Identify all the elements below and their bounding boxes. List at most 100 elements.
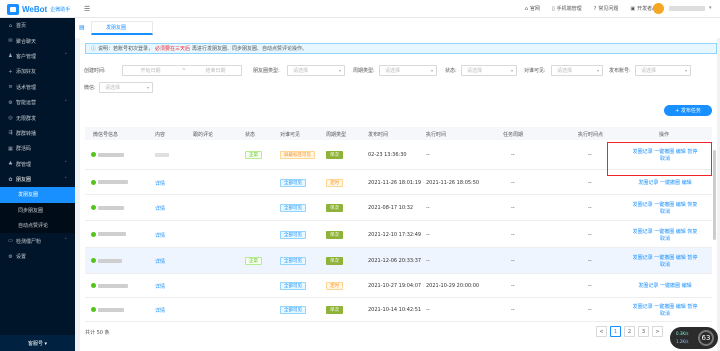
qrcode-icon: ▦: [8, 145, 13, 152]
table-row[interactable]: 详情 全部可见 单次 2021-12-10 17:32:49 -- -- -- 发圈记录 一键…: [85, 221, 712, 248]
publish-time: 2021-10-27 19:04:07: [368, 283, 422, 289]
page-scrollbar[interactable]: [713, 150, 716, 240]
sidebar-footer-account[interactable]: 客服号 ▾: [0, 335, 75, 351]
next-page-button[interactable]: >: [652, 326, 663, 337]
action-links[interactable]: 发圈记录 一键撤圈 编辑 恢复: [613, 202, 717, 209]
sidebar-item-group[interactable]: ◎ 无限群发: [0, 110, 75, 125]
publish-time: 2021-10-14 10:42:51: [368, 307, 422, 313]
status-select[interactable]: 请选择 ▾: [461, 64, 517, 76]
row-actions[interactable]: 发圈记录 一键撤圈 编辑: [613, 180, 717, 187]
sidebar-item-group-manage[interactable]: ♣ 群管理 ˅: [0, 157, 75, 172]
table-row[interactable]: 详情 正常 全部可见 单次 2021-12-06 20:33:37 -- -- -- 发圈记录 …: [85, 248, 712, 274]
table-row[interactable]: 详情 全部可见 定时 2021-10-27 19:04:07 2021-10-29 20…: [85, 274, 712, 298]
publish-time: 02-23 13:36:30: [368, 152, 407, 158]
table-row[interactable]: 详情 全部可见 单次 2021-10-14 10:42:51 -- -- -- 发圈记录 一键…: [85, 298, 712, 322]
end-date-input[interactable]: 结束日期: [190, 64, 242, 76]
table-row[interactable]: 详情 全部可见 单次 2021-08-17 10:32 -- -- -- 发圈记录 一键撤圈 …: [85, 195, 712, 221]
avatar[interactable]: [653, 3, 664, 14]
page-1-button[interactable]: 1: [610, 326, 621, 337]
sidebar-item-label: 聚合聊天: [16, 38, 37, 45]
visibility-badge: 全部可见: [280, 230, 306, 239]
row-actions[interactable]: 发圈记录 一键撤圈 编辑 恢复 取消: [613, 229, 717, 243]
cycle-type-badge: 单次: [326, 151, 343, 159]
row-actions[interactable]: 发圈记录 一键撤圈 编辑: [613, 283, 717, 290]
cycle-type-badge: 定时: [326, 282, 343, 290]
row-actions[interactable]: 发圈记录 一键撤圈 编辑 暂停 取消: [613, 304, 717, 318]
sidebar-subitem-1[interactable]: 同步朋友圈: [0, 202, 75, 219]
top-link-2[interactable]: ? 常见问题: [594, 5, 619, 13]
top-link-0[interactable]: ⌂ 官网: [525, 5, 540, 13]
action-links[interactable]: 发圈记录 一键撤圈 编辑 暂停: [613, 304, 717, 311]
visible-select[interactable]: 请选择 ▾: [551, 64, 603, 76]
row-actions[interactable]: 发圈记录 一键撤圈 编辑 暂停 取消: [613, 255, 717, 269]
tab-menu-icon[interactable]: ▤: [79, 24, 85, 31]
chevron-down-icon: ▾: [430, 67, 433, 73]
sidebar-item-label: 智能运营: [16, 100, 37, 107]
sidebar-item-users[interactable]: ♟ 客户管理 ˅: [0, 49, 75, 64]
sidebar-subitem-0[interactable]: 发朋友圈: [0, 187, 75, 203]
action-links[interactable]: 发圈记录 一键撤圈 编辑: [613, 283, 717, 290]
username-redacted[interactable]: [669, 6, 705, 11]
action-links[interactable]: 取消: [613, 236, 717, 243]
action-links[interactable]: 取消: [613, 262, 717, 269]
content-detail-link[interactable]: 详情: [155, 232, 165, 239]
task-period: --: [511, 205, 515, 211]
sidebar-item-home[interactable]: ⌂ 首页: [0, 18, 75, 33]
exec-time-point: --: [588, 283, 592, 289]
task-period: --: [511, 179, 515, 186]
exec-time-point: --: [588, 258, 592, 264]
sidebar-item-chat[interactable]: ✉ 聚合聊天: [0, 33, 75, 48]
sidebar-item-mass[interactable]: ⇶ 群群转播: [0, 126, 75, 141]
action-links[interactable]: 取消: [613, 311, 717, 318]
speech-icon: ≡: [8, 84, 13, 91]
content-detail-link[interactable]: 详情: [155, 180, 165, 187]
top-link-1[interactable]: ▯ 手机端管理: [551, 5, 582, 13]
wechat-account-cell: [91, 179, 128, 185]
tab-post-moments[interactable]: 发朋友圈: [91, 21, 154, 35]
wechat-select[interactable]: 请选择 ▾: [99, 81, 153, 93]
sidebar-item-speech[interactable]: ≡ 话术管理: [0, 80, 75, 95]
sidebar-item-add-friend[interactable]: + 添加好友: [0, 64, 75, 79]
action-links[interactable]: 发圈记录 一键撤圈 编辑 暂停: [613, 255, 717, 262]
action-links[interactable]: 取消: [613, 209, 717, 216]
column-header: 周期类型: [326, 132, 347, 138]
app-logo[interactable]: WeBot 企微助手: [7, 3, 70, 15]
content-detail-link[interactable]: 详情: [155, 258, 165, 265]
upload-speed: 0.3K/s: [676, 331, 689, 336]
sidebar-item-moments[interactable]: ✿ 朋友圈 ˄: [0, 172, 75, 187]
column-header: 微信号信息: [93, 132, 119, 138]
row-actions[interactable]: 发圈记录 一键撤圈 编辑 恢复 取消: [613, 202, 717, 216]
page-3-button[interactable]: 3: [638, 326, 649, 337]
filter-row-1: 创建时间: 开始日期 ~ 结束日期 朋友圈类型: 请选择 ▾ 周期类型: 请选择 ▾…: [80, 64, 691, 76]
cycle-type-badge: 单次: [326, 257, 343, 265]
cycle-type-select[interactable]: 请选择 ▾: [379, 64, 437, 76]
content-detail-link[interactable]: 详情: [155, 205, 165, 212]
account-select[interactable]: 请选择 ▾: [635, 64, 691, 76]
content-detail-link[interactable]: 详情: [155, 307, 165, 314]
sidebar-item-label: 添加好友: [16, 69, 37, 76]
sidebar-subitem-2[interactable]: 自动点赞评论: [0, 218, 75, 234]
sidebar-item-label: 群管理: [16, 161, 32, 168]
sidebar-item-settings[interactable]: ⚙ 设置: [0, 249, 75, 264]
content-detail-link[interactable]: 详情: [155, 283, 165, 290]
sidebar-item-monitor[interactable]: ▭ 检测僵尸粉 ˅: [0, 233, 75, 248]
speed-gauge-value: 63: [698, 330, 714, 346]
cycle-type-badge: 单次: [326, 204, 343, 212]
pagination: < 1 2 3 >: [596, 326, 663, 337]
start-date-input[interactable]: 开始日期: [122, 64, 178, 76]
action-links[interactable]: 发圈记录 一键撤圈 编辑 恢复: [613, 229, 717, 236]
page-2-button[interactable]: 2: [624, 326, 635, 337]
prev-page-button[interactable]: <: [596, 326, 607, 337]
sidebar-item-label: 群群转播: [16, 130, 37, 137]
menu-toggle-icon[interactable]: ☰: [84, 5, 90, 13]
sidebar-item-tools[interactable]: ⚙ 智能运营 ˅: [0, 95, 75, 110]
action-links[interactable]: 发圈记录 一键撤圈 编辑: [613, 180, 717, 187]
exec-time: --: [426, 231, 430, 238]
add-task-button[interactable]: + 发布任务: [664, 105, 712, 116]
sidebar-item-qrcode[interactable]: ▦ 群活码: [0, 141, 75, 156]
select-placeholder: 请选择: [385, 67, 401, 74]
mobile-icon: ▯: [551, 5, 555, 12]
redacted-account-name: [98, 307, 124, 312]
chevron-down-icon[interactable]: ▾: [709, 5, 712, 11]
moment-type-select[interactable]: 请选择 ▾: [287, 64, 345, 76]
